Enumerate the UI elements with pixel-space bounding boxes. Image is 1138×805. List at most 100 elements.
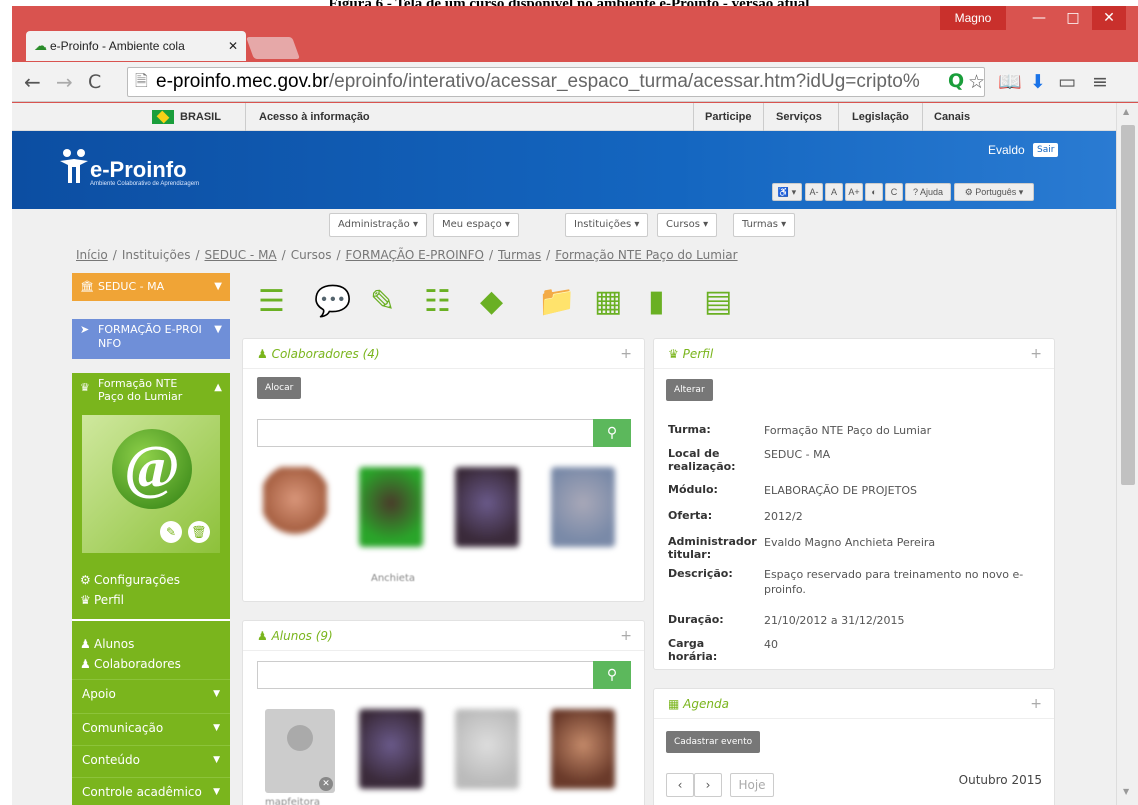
- edit-image-icon[interactable]: ✎: [160, 521, 182, 543]
- menu-instituicoes[interactable]: Instituições ▾: [565, 213, 649, 237]
- forum-icon[interactable]: ☰: [258, 286, 285, 318]
- gov-link-participe[interactable]: Participe: [705, 103, 751, 131]
- colaboradores-search-input[interactable]: ⚲: [257, 419, 631, 447]
- chat-icon[interactable]: 💬: [314, 286, 351, 318]
- cadastrar-evento-button[interactable]: Cadastrar evento: [666, 731, 761, 753]
- sidebar-item-perfil[interactable]: ♛ Perfil: [80, 593, 124, 607]
- avatar[interactable]: [359, 709, 423, 789]
- profile-button[interactable]: Magno: [940, 6, 1006, 30]
- sidebar-item-label: Colaboradores: [94, 657, 181, 671]
- next-month-icon[interactable]: ›: [694, 773, 722, 797]
- menu-cursos[interactable]: Cursos ▾: [657, 213, 718, 237]
- close-tab-icon[interactable]: ✕: [228, 31, 238, 61]
- avatar[interactable]: [551, 467, 615, 547]
- hoje-button[interactable]: Hoje: [730, 773, 774, 797]
- browser-tab[interactable]: ☁ e-Proinfo - Ambiente cola ✕: [26, 31, 246, 61]
- download-icon[interactable]: ⬇: [1030, 70, 1046, 94]
- menu-administracao[interactable]: Administração ▾: [329, 213, 427, 237]
- folder-icon[interactable]: 📁: [538, 286, 575, 318]
- avatar[interactable]: [455, 467, 519, 547]
- breadcrumb-curso[interactable]: FORMAÇÃO E-PROINFO: [346, 248, 484, 262]
- avatar[interactable]: [263, 467, 327, 547]
- sidebar-class[interactable]: ♛ Formação NTE Paço do Lumiar ▲: [72, 377, 230, 411]
- reload-icon[interactable]: C: [88, 68, 101, 96]
- new-tab-button[interactable]: [245, 37, 301, 59]
- scrollbar-thumb[interactable]: [1121, 125, 1135, 485]
- search-icon[interactable]: Q: [948, 69, 964, 93]
- library-icon[interactable]: ☷: [424, 286, 451, 318]
- menu-turmas[interactable]: Turmas ▾: [733, 213, 796, 237]
- alterar-button[interactable]: Alterar: [666, 379, 713, 401]
- breadcrumb-turmas[interactable]: Turmas: [498, 248, 541, 262]
- avatar[interactable]: [551, 709, 615, 789]
- forward-arrow-icon[interactable]: →: [56, 68, 73, 96]
- sidebar-institution[interactable]: 🏛 SEDUC - MA ▼: [72, 273, 230, 301]
- sidebar-cat-apoio[interactable]: Apoio ▼: [72, 679, 230, 707]
- alunos-search-input[interactable]: ⚲: [257, 661, 631, 689]
- table-icon[interactable]: ▦: [594, 286, 622, 318]
- gov-link-canais[interactable]: Canais: [934, 103, 970, 131]
- trash-icon[interactable]: 🗑: [188, 521, 210, 543]
- breadcrumb-inicio[interactable]: Início: [76, 248, 108, 262]
- gov-bar: BRASIL Acesso à informação Participe Ser…: [12, 103, 1116, 131]
- bookmark-star-icon[interactable]: ☆: [968, 70, 985, 94]
- prev-month-icon[interactable]: ‹: [666, 773, 694, 797]
- sidebar-item-alunos[interactable]: ♟ Alunos: [80, 637, 134, 651]
- avatar[interactable]: [455, 709, 519, 789]
- expand-plus-icon[interactable]: +: [620, 339, 632, 369]
- bar-chart-icon[interactable]: ▮: [648, 286, 665, 318]
- reset-button[interactable]: C: [885, 183, 903, 201]
- scroll-down-icon[interactable]: ▼: [1123, 787, 1129, 796]
- accessibility-button[interactable]: ♿ ▾: [772, 183, 802, 201]
- gov-link-servicos[interactable]: Serviços: [776, 103, 822, 131]
- acesso-link[interactable]: Acesso à informação: [259, 103, 370, 131]
- alocar-button[interactable]: Alocar: [257, 377, 302, 399]
- notes-icon[interactable]: ✎: [370, 286, 395, 318]
- sidebar-cat-comunicacao[interactable]: Comunicação ▼: [72, 713, 230, 741]
- font-increase-button[interactable]: A+: [845, 183, 863, 201]
- remove-icon[interactable]: ✕: [319, 777, 333, 791]
- back-arrow-icon[interactable]: ←: [24, 68, 41, 96]
- news-icon[interactable]: ▤: [704, 286, 732, 318]
- sidebar-cat-controle[interactable]: Controle acadêmico ▼: [72, 777, 230, 805]
- help-button[interactable]: ? Ajuda: [905, 183, 951, 201]
- perfil-value: Evaldo Magno Anchieta Pereira: [764, 536, 936, 549]
- expand-plus-icon[interactable]: +: [1030, 689, 1042, 719]
- maximize-icon[interactable]: □: [1056, 6, 1090, 30]
- brasil-link[interactable]: BRASIL: [152, 103, 221, 131]
- avatar-placeholder[interactable]: ✕: [265, 709, 335, 793]
- close-window-icon[interactable]: ✕: [1092, 6, 1126, 30]
- address-bar[interactable]: 🗎 e-proinfo.mec.gov.br/eproinfo/interativ…: [127, 67, 985, 97]
- vertical-scrollbar[interactable]: ▲ ▼: [1116, 103, 1138, 805]
- perfil-key: Turma:: [668, 423, 711, 436]
- contrast-button[interactable]: ◐: [865, 183, 883, 201]
- sidebar-item-colaboradores[interactable]: ♟ Colaboradores: [80, 657, 181, 671]
- language-select[interactable]: ⚙ Português ▾: [954, 183, 1034, 201]
- institution-icon: 🏛: [80, 280, 94, 293]
- breadcrumb-seduc[interactable]: SEDUC - MA: [205, 248, 277, 262]
- search-icon[interactable]: ⚲: [593, 661, 631, 689]
- menu-meu-espaco[interactable]: Meu espaço ▾: [433, 213, 519, 237]
- agenda-month: Outubro 2015: [958, 773, 1042, 787]
- menu-icon[interactable]: ≡: [1092, 70, 1108, 94]
- expand-plus-icon[interactable]: +: [1030, 339, 1042, 369]
- perfil-value: 21/10/2012 a 31/12/2015: [764, 614, 905, 627]
- perfil-key: Módulo:: [668, 483, 718, 496]
- search-icon[interactable]: ⚲: [593, 419, 631, 447]
- breadcrumb-turma[interactable]: Formação NTE Paço do Lumiar: [555, 248, 737, 262]
- scroll-up-icon[interactable]: ▲: [1123, 107, 1129, 116]
- logout-button[interactable]: Sair: [1033, 143, 1059, 157]
- sidebar-cat-conteudo[interactable]: Conteúdo ▼: [72, 745, 230, 773]
- cast-icon[interactable]: ▭: [1058, 70, 1076, 94]
- tag-icon[interactable]: ◆: [480, 286, 503, 318]
- font-normal-button[interactable]: A: [825, 183, 843, 201]
- user-icon: ♟: [257, 629, 272, 643]
- font-decrease-button[interactable]: A-: [805, 183, 823, 201]
- gov-link-legislacao[interactable]: Legislação: [852, 103, 909, 131]
- minimize-icon[interactable]: —: [1022, 6, 1056, 30]
- reader-icon[interactable]: 📖: [998, 70, 1022, 94]
- sidebar-item-configuracoes[interactable]: ⚙ Configurações: [80, 573, 180, 587]
- sidebar-course[interactable]: ➤ FORMAÇÃO E-PROINFO ▼: [72, 319, 230, 359]
- avatar[interactable]: [359, 467, 423, 547]
- expand-plus-icon[interactable]: +: [620, 621, 632, 651]
